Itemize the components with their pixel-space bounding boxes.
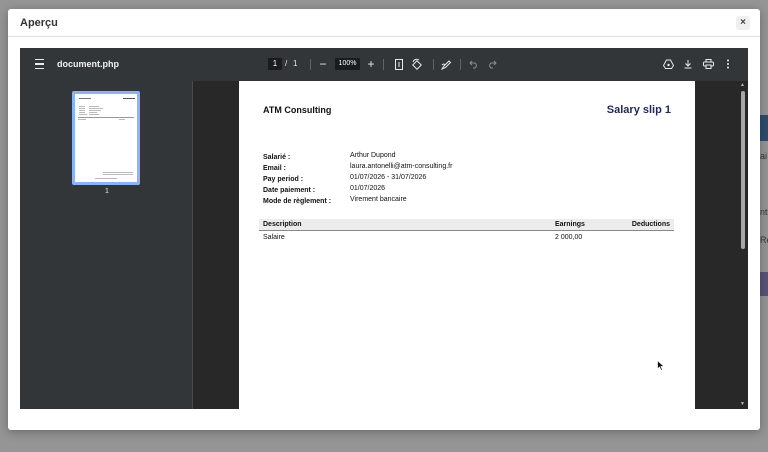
info-label: Salarié : (263, 154, 291, 161)
scrollbar-thumb[interactable] (741, 91, 745, 249)
column-header-deductions: Deductions (631, 221, 670, 228)
info-value: laura.antonelli@atm-consulting.fr (350, 163, 453, 170)
annotate-icon[interactable] (440, 58, 452, 70)
rotate-icon[interactable] (411, 58, 423, 70)
table-header: Description Earnings Deductions (259, 219, 674, 231)
pdf-page: ATM Consulting Salary slip 1 Salarié : A… (239, 81, 695, 409)
page-number-input[interactable]: 1 (268, 58, 282, 70)
scroll-down-arrow[interactable]: ▼ (740, 401, 745, 407)
more-options-icon[interactable] (722, 58, 734, 70)
zoom-input[interactable]: 100% (335, 58, 360, 70)
preview-dialog: Aperçu × document.php 1 / 1 − 100% + 1 A… (8, 9, 760, 430)
fit-page-icon[interactable] (393, 58, 405, 70)
vertical-scrollbar[interactable]: ▲ ▼ (739, 81, 748, 409)
info-value: Arthur Dupond (350, 152, 396, 159)
page-thumbnail[interactable] (72, 91, 140, 185)
pdf-toolbar: document.php 1 / 1 − 100% + (20, 48, 748, 81)
undo-icon[interactable] (468, 58, 480, 70)
table-row: Salaire 2 000,00 (259, 232, 674, 242)
thumbnail-sidebar: 1 (20, 81, 193, 409)
redo-icon[interactable] (486, 58, 498, 70)
cell-earnings: 2 000,00 (555, 234, 583, 241)
thumbnail-page-number: 1 (105, 188, 109, 195)
company-name: ATM Consulting (263, 105, 332, 115)
total-pages: 1 (293, 59, 298, 68)
zoom-in-button[interactable]: + (365, 57, 377, 71)
info-value: 01/07/2026 - 31/07/2026 (350, 174, 427, 181)
column-header-earnings: Earnings (555, 221, 585, 228)
page-separator: / (285, 59, 288, 68)
info-value: Virement bancaire (350, 196, 407, 203)
document-title: Salary slip 1 (606, 104, 671, 116)
print-icon[interactable] (702, 58, 714, 70)
toolbar-divider (433, 59, 434, 70)
drive-icon[interactable] (662, 58, 674, 70)
info-label: Email : (263, 165, 286, 172)
info-value: 01/07/2026 (350, 185, 386, 192)
info-label: Pay period : (263, 176, 304, 183)
pdf-viewer: document.php 1 / 1 − 100% + 1 ATM Consul… (20, 48, 748, 409)
info-label: Date paiement : (263, 187, 316, 194)
info-label: Mode de règlement : (263, 198, 332, 205)
zoom-out-button[interactable]: − (317, 57, 329, 71)
dialog-title: Aperçu (20, 17, 58, 29)
toolbar-divider (383, 59, 384, 70)
menu-icon[interactable] (33, 58, 45, 70)
dialog-header: Aperçu × (8, 9, 760, 37)
document-name: document.php (57, 59, 119, 69)
mouse-cursor-icon (657, 360, 665, 371)
close-button[interactable]: × (736, 16, 750, 30)
cell-description: Salaire (263, 234, 285, 241)
scroll-up-arrow[interactable]: ▲ (740, 82, 745, 88)
toolbar-divider (310, 59, 311, 70)
download-icon[interactable] (682, 58, 694, 70)
toolbar-divider (460, 59, 461, 70)
column-header-description: Description (263, 221, 302, 228)
